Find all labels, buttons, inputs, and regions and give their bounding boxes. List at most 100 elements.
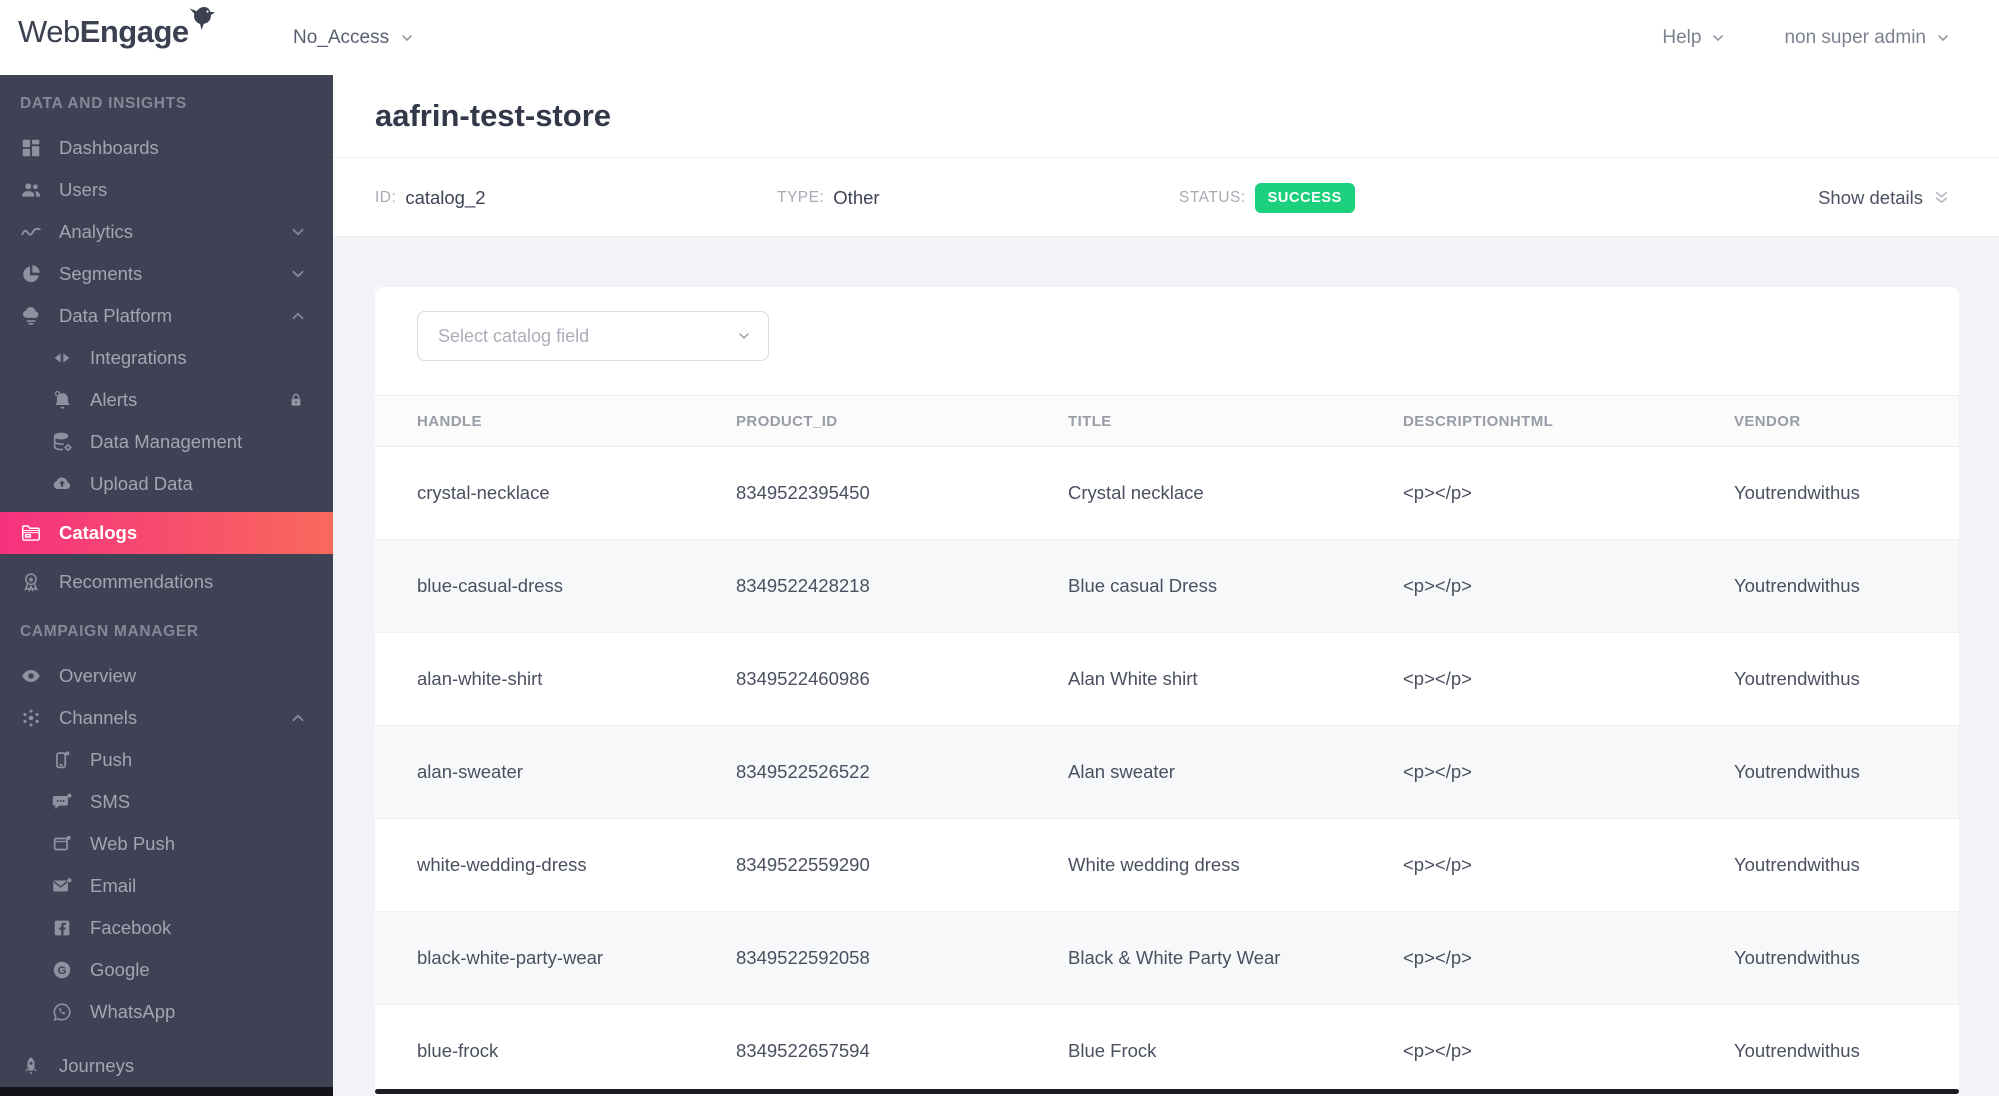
overview-eye-icon (20, 665, 42, 687)
sidebar-item-push[interactable]: Push (0, 739, 333, 781)
sidebar-item-integrations[interactable]: Integrations (0, 337, 333, 379)
cell-handle: blue-frock (417, 1040, 499, 1061)
cell-title: Blue Frock (1068, 1040, 1157, 1061)
sidebar-item-label: Push (90, 749, 133, 770)
sidebar-item-upload-data[interactable]: Upload Data (0, 463, 333, 505)
sidebar-item-google[interactable]: G Google (0, 949, 333, 991)
sidebar-bottom-bar (0, 1087, 333, 1096)
cell-handle: crystal-necklace (417, 482, 550, 503)
cell-handle: white-wedding-dress (417, 854, 587, 875)
data-platform-cloud-icon (20, 305, 42, 327)
whatsapp-icon (51, 1001, 73, 1023)
user-menu[interactable]: non super admin (1784, 27, 1951, 49)
push-phone-icon (51, 749, 73, 771)
sidebar-item-channels[interactable]: Channels (0, 697, 333, 739)
sidebar-item-label: Facebook (90, 917, 172, 938)
column-header-title: TITLE (1068, 412, 1112, 430)
sidebar-section-data-and-insights: DATA AND INSIGHTS (20, 95, 187, 112)
catalog-status-label: STATUS: (1179, 188, 1246, 206)
sidebar-item-recommendations[interactable]: Recommendations (0, 561, 333, 603)
svg-text:G: G (58, 965, 67, 977)
alerts-bell-icon (51, 389, 73, 411)
show-details-label: Show details (1818, 186, 1923, 208)
help-menu[interactable]: Help (1662, 27, 1726, 49)
sidebar-item-label: Analytics (59, 221, 134, 242)
topbar-right: Help non super admin (1662, 0, 1951, 75)
journeys-rocket-icon (20, 1055, 42, 1077)
recommendations-medal-icon (20, 571, 42, 593)
web-push-window-icon (51, 833, 73, 855)
cell-title: Crystal necklace (1068, 482, 1204, 503)
column-header-handle: HANDLE (417, 412, 482, 430)
catalog-type-value: Other (833, 186, 880, 208)
catalog-table-card: Select catalog field HANDLE PRODUCT_ID T… (375, 287, 1959, 1096)
chevron-down-icon (292, 270, 304, 278)
table-row: alan-white-shirt 8349522460986 Alan Whit… (375, 633, 1959, 726)
page-title: aafrin-test-store (375, 98, 611, 133)
sidebar-item-label: Web Push (90, 833, 176, 854)
sidebar-item-label: Catalogs (59, 522, 138, 543)
catalog-id-label: ID: (375, 188, 397, 206)
sidebar-item-sms[interactable]: SMS (0, 781, 333, 823)
show-details-button[interactable]: Show details (1818, 158, 1951, 237)
cell-product-id: 8349522657594 (736, 1040, 870, 1061)
sidebar-item-web-push[interactable]: Web Push (0, 823, 333, 865)
chevron-down-icon (1713, 34, 1724, 41)
google-icon: G (51, 959, 73, 981)
sidebar-item-catalogs[interactable]: Catalogs (0, 512, 333, 554)
cell-descriptionhtml: <p></p> (1403, 482, 1472, 503)
sidebar-item-email[interactable]: Email (0, 865, 333, 907)
upload-cloud-icon (51, 473, 73, 495)
channels-hub-icon (20, 707, 42, 729)
analytics-line-icon (20, 221, 42, 243)
table-row: black-white-party-wear 8349522592058 Bla… (375, 912, 1959, 1005)
cell-product-id: 8349522526522 (736, 761, 870, 782)
webengage-bird-icon (189, 7, 215, 30)
sidebar-item-label: Users (59, 179, 108, 200)
sidebar-item-label: Data Platform (59, 305, 173, 326)
main-content: aafrin-test-store ID: catalog_2 TYPE: Ot… (333, 75, 1999, 1096)
sidebar-item-label: Upload Data (90, 473, 193, 494)
sidebar-item-analytics[interactable]: Analytics (0, 211, 333, 253)
lock-icon (291, 393, 301, 406)
sidebar-item-overview[interactable]: Overview (0, 655, 333, 697)
project-selector[interactable]: No_Access (293, 0, 415, 75)
catalog-field-select[interactable]: Select catalog field (417, 311, 769, 361)
sidebar-item-label: Email (90, 875, 137, 896)
topbar: Web Engage No_Access Help non super admin (0, 0, 1999, 75)
catalog-status-group: STATUS: SUCCESS (1179, 158, 1355, 237)
cell-descriptionhtml: <p></p> (1403, 575, 1472, 596)
sidebar-item-data-management[interactable]: Data Management (0, 421, 333, 463)
cell-title: Black & White Party Wear (1068, 947, 1281, 968)
cell-title: Alan White shirt (1068, 668, 1198, 689)
chevron-down-icon (292, 228, 304, 236)
sidebar-section-campaign-manager: CAMPAIGN MANAGER (20, 623, 199, 640)
cell-title: White wedding dress (1068, 854, 1240, 875)
cell-product-id: 8349522460986 (736, 668, 870, 689)
sidebar-item-dashboards[interactable]: Dashboards (0, 127, 333, 169)
sidebar-item-journeys[interactable]: Journeys (0, 1045, 333, 1087)
catalog-id-group: ID: catalog_2 (375, 158, 486, 237)
sidebar-item-users[interactable]: Users (0, 169, 333, 211)
cell-descriptionhtml: <p></p> (1403, 1040, 1472, 1061)
sidebar-item-whatsapp[interactable]: WhatsApp (0, 991, 333, 1033)
cell-descriptionhtml: <p></p> (1403, 668, 1472, 689)
sidebar-item-label: Journeys (59, 1055, 135, 1076)
table-header-row: HANDLE PRODUCT_ID TITLE DESCRIPTIONHTML … (375, 395, 1959, 447)
sidebar-item-label: Integrations (90, 347, 187, 368)
cell-vendor: Youtrendwithus (1734, 668, 1860, 689)
cell-descriptionhtml: <p></p> (1403, 761, 1472, 782)
cell-vendor: Youtrendwithus (1734, 575, 1860, 596)
sidebar-item-label: Alerts (90, 389, 138, 410)
sidebar-item-alerts[interactable]: Alerts (0, 379, 333, 421)
users-icon (20, 179, 42, 201)
sidebar-item-segments[interactable]: Segments (0, 253, 333, 295)
database-gear-icon (51, 431, 73, 453)
webengage-logo[interactable]: Web Engage (18, 7, 225, 50)
sidebar-item-data-platform[interactable]: Data Platform (0, 295, 333, 337)
sidebar-item-facebook[interactable]: Facebook (0, 907, 333, 949)
sidebar-item-label: Dashboards (59, 137, 159, 158)
table-row: crystal-necklace 8349522395450 Crystal n… (375, 447, 1959, 540)
horizontal-scrollbar[interactable] (375, 1089, 1959, 1094)
table-row: alan-sweater 8349522526522 Alan sweater … (375, 726, 1959, 819)
